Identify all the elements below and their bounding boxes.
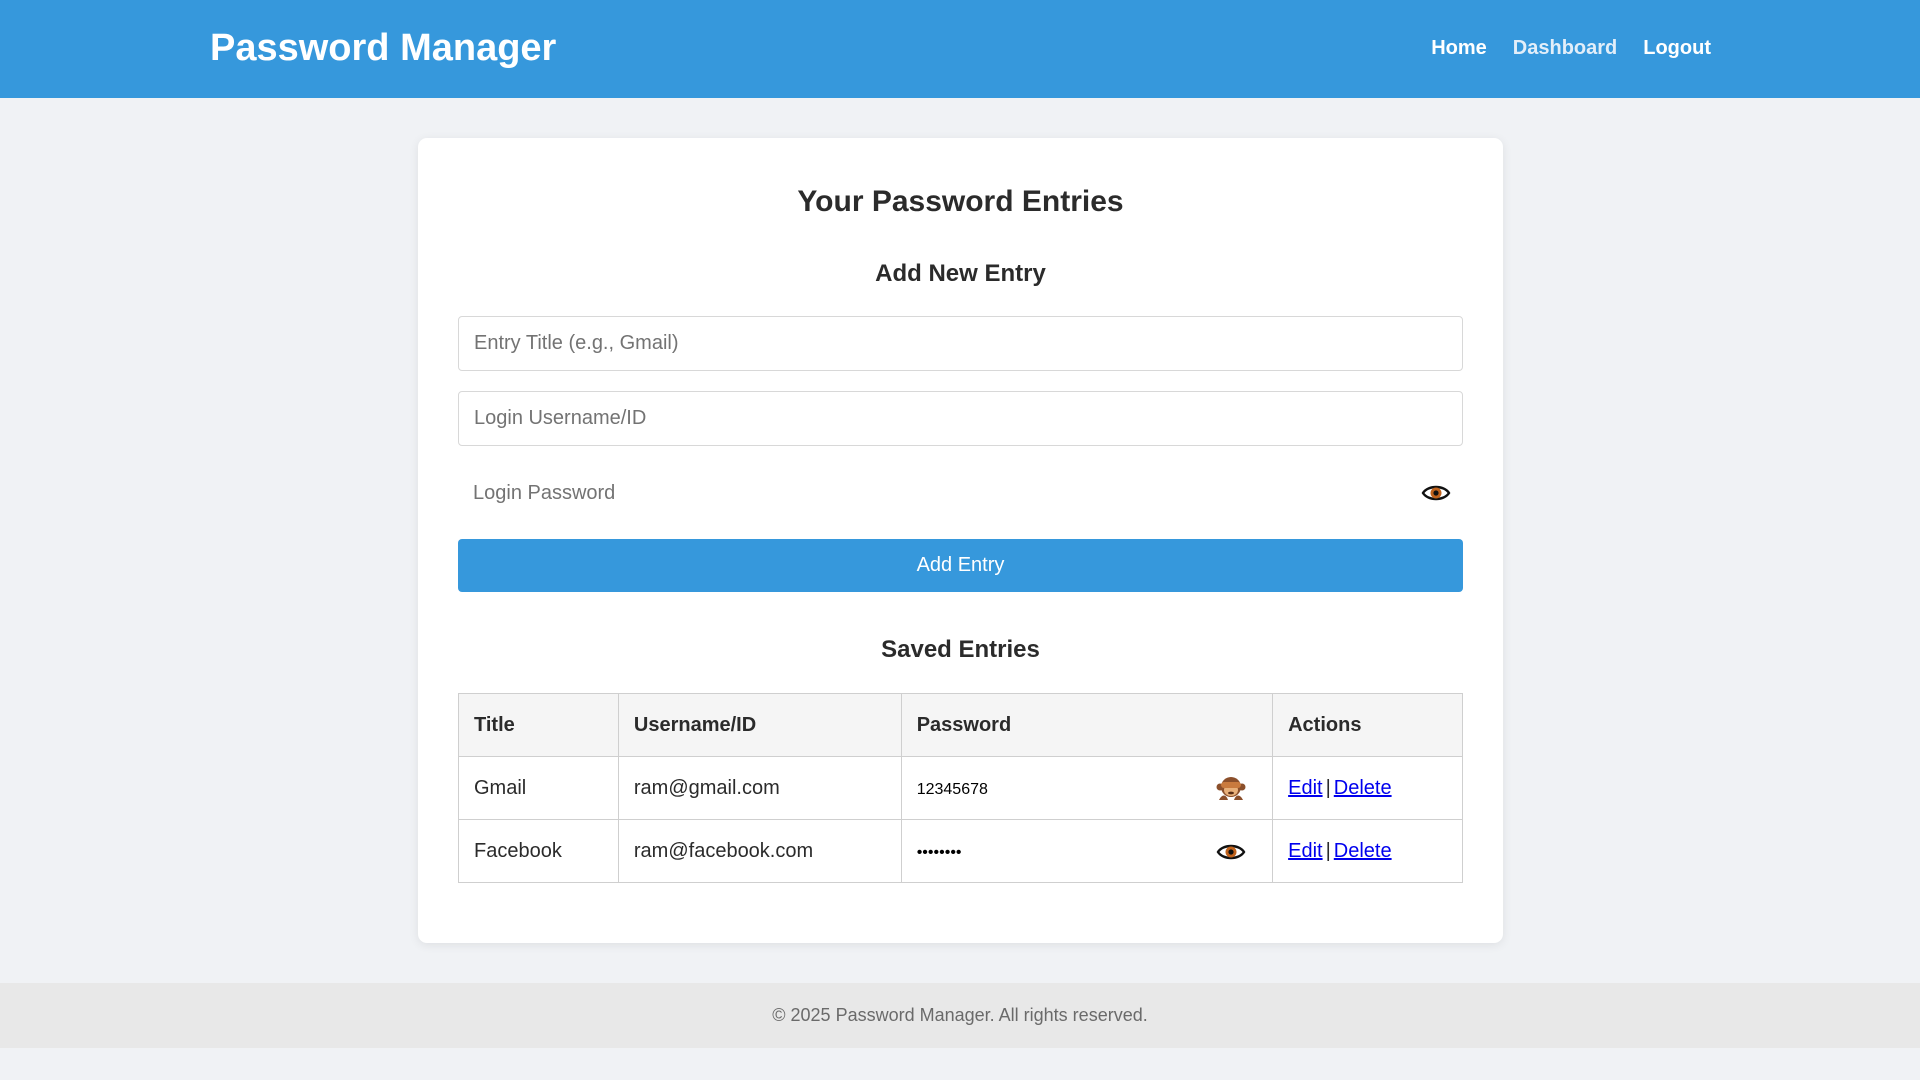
entry-actions-cell: Edit | Delete [1272, 819, 1463, 883]
action-separator: | [1325, 776, 1331, 799]
nav-dashboard-link[interactable]: Dashboard [1513, 36, 1617, 60]
table-header-row: Title Username/ID Password Actions [458, 693, 1463, 757]
entry-username-cell: ram@facebook.com [617, 819, 902, 883]
saved-entries-table: Title Username/ID Password Actions Gmail… [458, 693, 1463, 883]
page-title: Your Password Entries [797, 185, 1124, 218]
entry-password-value: •••••••• [916, 843, 962, 861]
brand-title: Password Manager [210, 27, 557, 69]
delete-link[interactable]: Delete [1334, 777, 1392, 799]
table-row: Facebook ram@facebook.com •••••••• Edit |… [458, 819, 1463, 883]
table-row: Gmail ram@gmail.com 12345678 Edit | Dele… [458, 756, 1463, 820]
entry-password-cell: •••••••• [900, 819, 1274, 883]
eye-icon[interactable] [1421, 480, 1451, 506]
copyright-text: © 2025 Password Manager. All rights rese… [772, 1005, 1148, 1025]
see-no-evil-monkey-icon[interactable] [1216, 775, 1246, 803]
nav-logout-link[interactable]: Logout [1643, 36, 1711, 60]
main-nav: Home Dashboard Logout [1431, 36, 1711, 60]
entry-actions-cell: Edit | Delete [1272, 756, 1463, 820]
entry-username-cell: ram@gmail.com [617, 756, 902, 820]
column-header-title: Title [458, 693, 619, 757]
edit-link[interactable]: Edit [1288, 777, 1322, 799]
column-header-actions: Actions [1272, 693, 1463, 757]
delete-link[interactable]: Delete [1334, 840, 1392, 862]
entries-card: Your Password Entries Add New Entry Add … [418, 138, 1503, 943]
column-header-username: Username/ID [617, 693, 902, 757]
entry-title-cell: Facebook [458, 819, 619, 883]
page-footer: © 2025 Password Manager. All rights rese… [0, 983, 1920, 1048]
eye-icon[interactable] [1216, 838, 1246, 866]
add-entry-button[interactable]: Add Entry [458, 539, 1463, 592]
add-entry-heading: Add New Entry [875, 260, 1046, 287]
saved-entries-heading: Saved Entries [881, 636, 1040, 663]
login-password-group [458, 466, 1463, 521]
top-navbar: Password Manager Home Dashboard Logout [0, 0, 1920, 98]
edit-link[interactable]: Edit [1288, 840, 1322, 862]
entry-title-cell: Gmail [458, 756, 619, 820]
entry-title-input[interactable] [458, 316, 1463, 371]
login-password-input[interactable] [458, 466, 1463, 521]
entry-password-cell: 12345678 [900, 756, 1274, 820]
entry-password-value: 12345678 [916, 780, 988, 798]
column-header-password: Password [900, 693, 1274, 757]
action-separator: | [1325, 839, 1331, 862]
nav-home-link[interactable]: Home [1431, 36, 1487, 60]
login-username-input[interactable] [458, 391, 1463, 446]
